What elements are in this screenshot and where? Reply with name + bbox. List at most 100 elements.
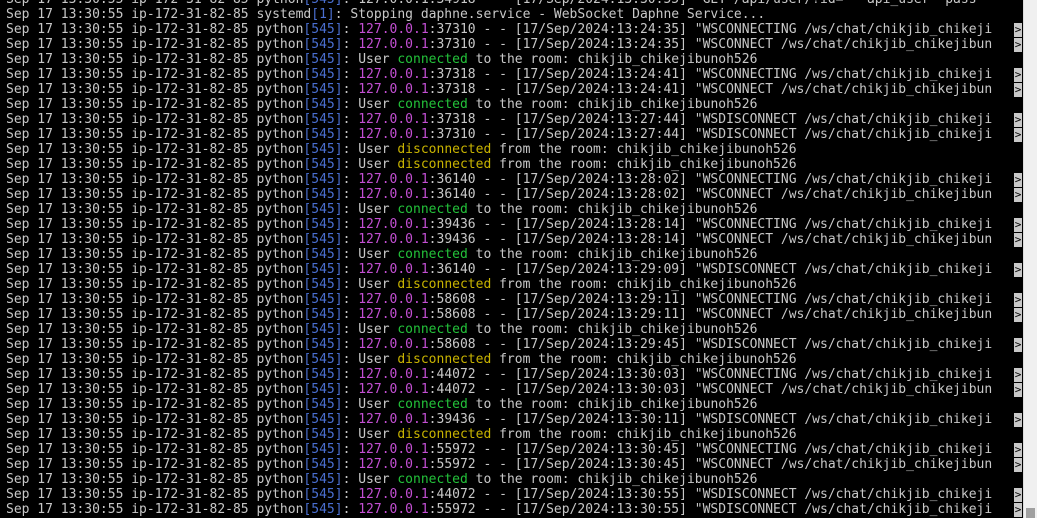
vertical-scrollbar[interactable]: [1023, 0, 1037, 518]
log-line: Sep 17 13:30:55 ip-172-31-82-85 python[5…: [6, 52, 1022, 67]
log-message: :39436 - - [17/Sep/2024:13:28:14] "WSCON…: [428, 217, 993, 232]
log-prefix: Sep 17 13:30:55 ip-172-31-82-85 python: [6, 307, 304, 322]
log-prefix: Sep 17 13:30:55 ip-172-31-82-85 python: [6, 442, 304, 457]
line-truncated-icon: >: [1014, 113, 1022, 127]
line-truncated-icon: >: [1014, 368, 1022, 382]
log-prefix: Sep 17 13:30:55 ip-172-31-82-85 python: [6, 0, 303, 7]
process-pid: [545]: [303, 157, 343, 172]
log-line: Sep 17 13:30:55 ip-172-31-82-85 python[5…: [6, 412, 1022, 427]
process-pid: [545]: [303, 292, 343, 307]
process-pid: [545]: [303, 487, 343, 502]
separator: :: [342, 457, 359, 472]
client-ip: 127.0.0.1: [358, 502, 429, 517]
log-line: Sep 17 13:30:55 ip-172-31-82-85 python[5…: [6, 172, 1022, 187]
terminal-window[interactable]: Sep 17 13:30:55 ip-172-31-82-85 python[5…: [0, 0, 1037, 518]
log-line: Sep 17 13:30:55 ip-172-31-82-85 python[5…: [6, 127, 1022, 142]
process-pid: [545]: [303, 127, 343, 142]
log-line: Sep 17 13:30:55 ip-172-31-82-85 python[5…: [6, 502, 1022, 517]
client-ip: 127.0.0.1: [358, 187, 429, 202]
log-message: from the room: chikjib_chikejibunoh526: [491, 427, 797, 442]
log-message: :58608 - - [17/Sep/2024:13:29:11] "WSCON…: [428, 307, 993, 322]
connection-status: connected: [397, 247, 468, 262]
process-pid: [545]: [303, 82, 343, 97]
log-prefix: Sep 17 13:30:55 ip-172-31-82-85 python: [6, 37, 304, 52]
connection-status: disconnected: [397, 352, 492, 367]
log-message: :58608 - - [17/Sep/2024:13:29:45] "WSDIS…: [428, 337, 993, 352]
log-line: Sep 17 13:30:55 ip-172-31-82-85 python[5…: [6, 427, 1022, 442]
process-pid: [545]: [303, 502, 343, 517]
connection-status: disconnected: [397, 157, 492, 172]
log-message: from the room: chikjib_chikejibunoh526: [491, 352, 797, 367]
log-line: Sep 17 13:30:55 ip-172-31-82-85 python[5…: [6, 67, 1022, 82]
separator: :: [342, 367, 359, 382]
log-line: Sep 17 13:30:55 ip-172-31-82-85 python[5…: [6, 277, 1022, 292]
line-truncated-icon: >: [1014, 188, 1022, 202]
log-message: to the room: chikjib_chikejibunoh526: [467, 97, 758, 112]
log-line: Sep 17 13:30:55 ip-172-31-82-85 python[5…: [6, 247, 1022, 262]
process-pid: [545]: [303, 22, 343, 37]
separator: :: [342, 262, 359, 277]
process-pid: [545]: [303, 337, 343, 352]
process-pid: [545]: [303, 247, 343, 262]
line-truncated-icon: >: [1014, 68, 1022, 82]
client-ip: 127.0.0.1: [358, 262, 429, 277]
client-ip: 127.0.0.1: [358, 37, 429, 52]
log-prefix: Sep 17 13:30:55 ip-172-31-82-85 python: [6, 247, 304, 262]
line-truncated-icon: >: [1014, 413, 1022, 427]
separator: :: [342, 232, 359, 247]
log-prefix: Sep 17 13:30:55 ip-172-31-82-85 python: [6, 172, 304, 187]
log-prefix: Sep 17 13:30:55 ip-172-31-82-85 python: [6, 277, 304, 292]
process-pid: [545]: [303, 352, 343, 367]
line-truncated-icon: >: [1014, 458, 1022, 472]
connection-status: connected: [397, 397, 468, 412]
log-message-pre: : User: [342, 202, 398, 217]
log-message-pre: : User: [342, 142, 398, 157]
log-line: Sep 17 13:30:55 ip-172-31-82-85 python[5…: [6, 187, 1022, 202]
client-ip: 127.0.0.1: [358, 457, 429, 472]
log-message: from the room: chikjib_chikejibunoh526: [491, 157, 797, 172]
log-message: from the room: chikjib_chikejibunoh526: [491, 277, 797, 292]
separator: :: [342, 412, 359, 427]
log-line: Sep 17 13:30:55 ip-172-31-82-85 python[5…: [6, 142, 1022, 157]
log-prefix: Sep 17 13:30:55 ip-172-31-82-85 python: [6, 322, 304, 337]
log-message: :44072 - - [17/Sep/2024:13:30:03] "WSCON…: [428, 367, 993, 382]
log-prefix: Sep 17 13:30:55 ip-172-31-82-85 python: [6, 82, 304, 97]
process-pid: [545]: [303, 457, 343, 472]
log-prefix: Sep 17 13:30:55 ip-172-31-82-85 systemd: [6, 7, 312, 22]
log-message: :37310 - - [17/Sep/2024:13:27:44] "WSDIS…: [428, 127, 993, 142]
log-prefix: Sep 17 13:30:55 ip-172-31-82-85 python: [6, 427, 304, 442]
log-message: :36140 - - [17/Sep/2024:13:28:02] "WSCON…: [428, 172, 993, 187]
log-message: to the room: chikjib_chikejibunoh526: [467, 472, 758, 487]
line-truncated-icon: >: [1014, 293, 1022, 307]
separator: :: [342, 112, 359, 127]
log-message: :44072 - - [17/Sep/2024:13:30:03] "WSCON…: [428, 382, 993, 397]
log-message-pre: : User: [342, 52, 398, 67]
separator: :: [342, 37, 359, 52]
log-line: Sep 17 13:30:55 ip-172-31-82-85 python[5…: [6, 352, 1022, 367]
client-ip: 127.0.0.1: [358, 127, 429, 142]
connection-status: connected: [397, 322, 468, 337]
log-message: :37310 - - [17/Sep/2024:13:24:35] "WSCON…: [428, 37, 993, 52]
log-message-pre: : User: [342, 397, 398, 412]
log-message: :55972 - - [17/Sep/2024:13:30:45] "WSCON…: [428, 442, 993, 457]
client-ip: 127.0.0.1: [358, 82, 429, 97]
separator: :: [342, 307, 359, 322]
client-ip: 127.0.0.1: [358, 172, 429, 187]
separator: :: [342, 292, 359, 307]
log-prefix: Sep 17 13:30:55 ip-172-31-82-85 python: [6, 397, 304, 412]
log-prefix: Sep 17 13:30:55 ip-172-31-82-85 python: [6, 472, 304, 487]
log-line: Sep 17 13:30:55 ip-172-31-82-85 python[5…: [6, 217, 1022, 232]
process-pid: [545]: [303, 277, 343, 292]
process-pid: [545]: [303, 217, 343, 232]
log-prefix: Sep 17 13:30:55 ip-172-31-82-85 python: [6, 502, 304, 517]
scrollbar-thumb[interactable]: [1026, 508, 1035, 518]
client-ip: 127.0.0.1: [358, 232, 429, 247]
client-ip: 127.0.0.1: [358, 367, 429, 382]
connection-status: connected: [397, 202, 468, 217]
log-message-pre: : User: [342, 157, 398, 172]
log-line: Sep 17 13:30:55 ip-172-31-82-85 systemd[…: [6, 7, 1022, 22]
log-line: Sep 17 13:30:55 ip-172-31-82-85 python[5…: [6, 232, 1022, 247]
log-prefix: Sep 17 13:30:55 ip-172-31-82-85 python: [6, 67, 304, 82]
log-line: Sep 17 13:30:55 ip-172-31-82-85 python[5…: [6, 0, 1022, 7]
log-message: :39436 - - [17/Sep/2024:13:28:14] "WSCON…: [428, 232, 993, 247]
